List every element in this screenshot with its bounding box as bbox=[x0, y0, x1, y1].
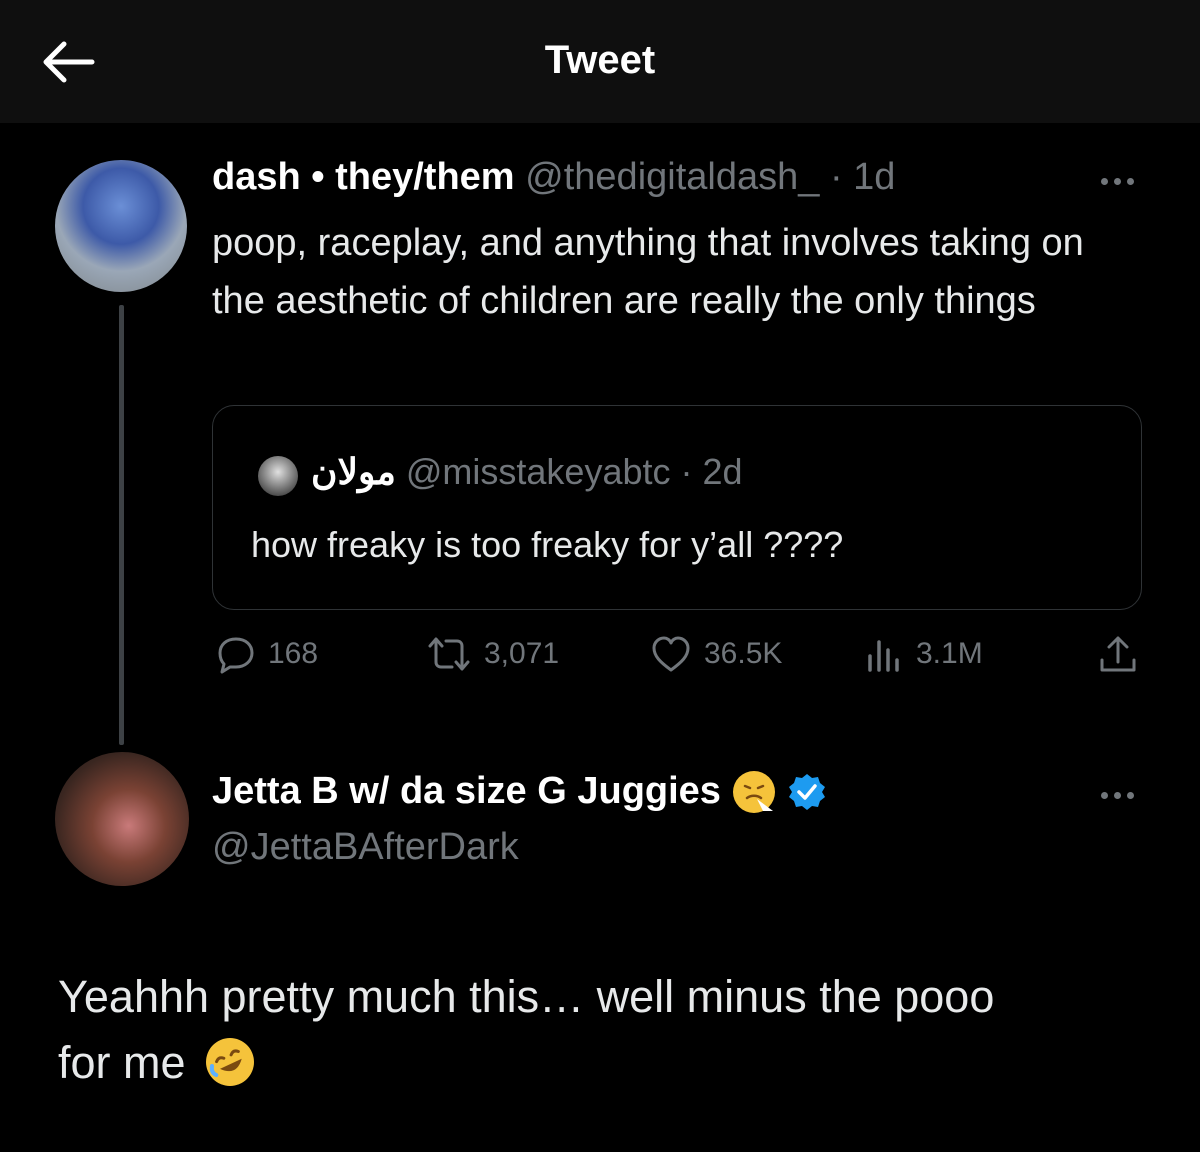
heart-icon bbox=[652, 636, 690, 672]
tweet-time[interactable]: · 1d bbox=[830, 156, 895, 198]
quote-author-handle: @misstakeyabtc bbox=[405, 451, 671, 492]
views-count: 3.1M bbox=[916, 637, 983, 670]
tweet-text-line: for me bbox=[58, 1037, 186, 1088]
top-bar: Tweet bbox=[0, 0, 1200, 123]
share-button[interactable] bbox=[1098, 634, 1138, 674]
reply-button[interactable]: 168 bbox=[216, 634, 318, 674]
tweet-text-line: Yeahhh pretty much this… well minus the … bbox=[58, 971, 995, 1022]
verified-badge-icon bbox=[788, 773, 825, 810]
tweet-text: Yeahhh pretty much this… well minus the … bbox=[58, 964, 1158, 1096]
author-handle[interactable]: @thedigitaldash_ bbox=[525, 156, 819, 198]
page-title: Tweet bbox=[544, 38, 656, 82]
tweet-header: dash • they/them @thedigitaldash_ · 1d bbox=[212, 156, 895, 199]
quote-author-name: مولان bbox=[311, 451, 396, 492]
views-button[interactable]: 3.1M bbox=[864, 634, 983, 674]
quote-text: how freaky is too freaky for y’all ???? bbox=[251, 524, 844, 565]
author-name-row: Jetta B w/ da size G Juggies bbox=[212, 770, 827, 813]
quote-avatar bbox=[258, 456, 298, 496]
retweet-button[interactable]: 3,071 bbox=[426, 634, 559, 674]
author-name[interactable]: dash • they/them bbox=[212, 156, 515, 198]
reply-count: 168 bbox=[268, 637, 319, 670]
author-handle[interactable]: @JettaBAfterDark bbox=[212, 826, 519, 869]
more-dot bbox=[1101, 178, 1108, 185]
action-bar: 168 3,071 36.5K 3.1M bbox=[0, 634, 1200, 684]
more-dot bbox=[1114, 178, 1121, 185]
retweet-icon bbox=[428, 637, 470, 671]
views-icon bbox=[868, 640, 899, 672]
rolling-laughing-emoji-icon bbox=[206, 1038, 255, 1086]
more-dot bbox=[1127, 178, 1134, 185]
quote-time: · 2d bbox=[680, 451, 743, 492]
more-dot bbox=[1127, 792, 1134, 799]
author-name[interactable]: Jetta B w/ da size G Juggies bbox=[212, 770, 721, 813]
share-icon bbox=[1100, 636, 1136, 672]
like-button[interactable]: 36.5K bbox=[650, 634, 782, 674]
quoted-tweet[interactable]: مولان @misstakeyabtc · 2d how freaky is … bbox=[212, 405, 1142, 610]
quote-header: مولان @misstakeyabtc · 2d bbox=[311, 451, 743, 493]
avatar[interactable] bbox=[55, 160, 187, 292]
tweet-text-line-2: for me bbox=[58, 1030, 1158, 1096]
like-count: 36.5K bbox=[704, 637, 783, 670]
retweet-count: 3,071 bbox=[484, 637, 560, 670]
more-dot bbox=[1114, 792, 1121, 799]
more-options-button[interactable] bbox=[1098, 172, 1142, 192]
sneezing-face-emoji-icon bbox=[732, 770, 775, 813]
more-options-button[interactable] bbox=[1098, 786, 1142, 806]
reply-icon bbox=[218, 637, 254, 674]
avatar[interactable] bbox=[55, 752, 189, 886]
tweet-text: poop, raceplay, and anything that involv… bbox=[212, 222, 1084, 322]
more-dot bbox=[1101, 792, 1108, 799]
